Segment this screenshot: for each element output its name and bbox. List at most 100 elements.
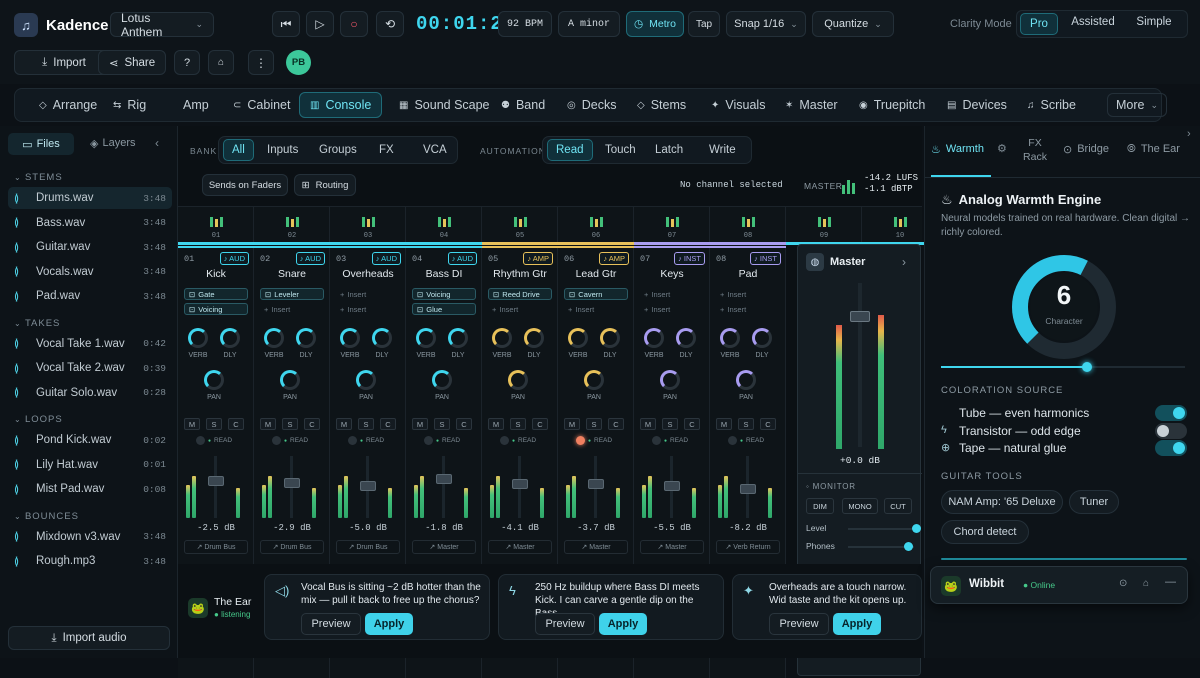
output-routing[interactable]: ↗ Master <box>412 540 476 554</box>
automation-touch[interactable]: Touch <box>597 139 644 161</box>
automation-read[interactable]: Read <box>547 139 593 161</box>
mute-button[interactable]: M <box>336 418 352 430</box>
record-arm-icon[interactable] <box>576 436 585 445</box>
solo-button[interactable]: S <box>358 418 374 430</box>
sends-on-faders-button[interactable]: Sends on Faders <box>202 174 288 196</box>
automation-read[interactable]: ● READ <box>272 436 308 445</box>
apply-button[interactable]: Apply <box>365 613 413 635</box>
master-fader-handle[interactable] <box>850 311 870 322</box>
clip-button[interactable]: C <box>456 418 472 430</box>
nav-devices[interactable]: ▤ Devices <box>947 89 1007 121</box>
automation-read[interactable]: ● READ <box>652 436 688 445</box>
nav-master[interactable]: ✶ Master <box>785 89 838 121</box>
record-arm-icon[interactable] <box>500 436 509 445</box>
clip-button[interactable]: C <box>684 418 700 430</box>
record-button[interactable]: ○ <box>340 11 368 37</box>
file-item[interactable]: ≬ Vocals.wav 3:48 <box>8 261 172 283</box>
automation-latch[interactable]: Latch <box>647 139 691 161</box>
file-item[interactable]: ≬ Pond Kick.wav 0:02 <box>8 429 172 451</box>
automation-read[interactable]: ● READ <box>424 436 460 445</box>
preview-button[interactable]: Preview <box>535 613 595 635</box>
chord-detect-chip[interactable]: Chord detect <box>941 520 1029 544</box>
insert-slot[interactable]: ⊡ Reed Drive <box>488 288 552 300</box>
verb-send-knob[interactable] <box>264 328 284 348</box>
nav-truepitch[interactable]: ◉ Truepitch <box>859 89 925 121</box>
file-item[interactable]: ≬ Guitar.wav 3:48 <box>8 236 172 258</box>
verb-send-knob[interactable] <box>340 328 360 348</box>
file-item[interactable]: ≬ Lily Hat.wav 0:01 <box>8 454 172 476</box>
verb-send-knob[interactable] <box>568 328 588 348</box>
character-slider-handle[interactable] <box>1082 362 1093 372</box>
bpm-display[interactable]: 92 BPM <box>498 11 552 37</box>
insert-slot[interactable]: + Insert <box>640 303 704 315</box>
dly-send-knob[interactable] <box>220 328 240 348</box>
insert-slot[interactable]: + Insert <box>260 303 324 315</box>
overview-channel[interactable]: 04 <box>406 207 482 245</box>
solo-button[interactable]: S <box>434 418 450 430</box>
insert-slot[interactable]: + Insert <box>716 303 780 315</box>
automation-read[interactable]: ● READ <box>196 436 232 445</box>
quantize-select[interactable]: Quantize ⌄ <box>812 11 894 37</box>
output-routing[interactable]: ↗ Drum Bus <box>336 540 400 554</box>
mode-simple[interactable]: Simple <box>1129 16 1179 28</box>
pan-knob[interactable] <box>736 370 756 390</box>
mute-button[interactable]: M <box>260 418 276 430</box>
lock-icon[interactable]: ⌂ <box>1143 578 1149 589</box>
nav-arrange[interactable]: ◇ Arrange <box>39 89 97 121</box>
record-arm-icon[interactable] <box>272 436 281 445</box>
mute-button[interactable]: M <box>564 418 580 430</box>
insert-slot[interactable]: ⊡ Voicing <box>412 288 476 300</box>
nav-sound-scape[interactable]: ▦ Sound Scape <box>399 89 490 121</box>
automation-write[interactable]: Write <box>701 139 744 161</box>
record-arm-icon[interactable] <box>652 436 661 445</box>
lock-button[interactable]: ⌂ <box>208 50 234 75</box>
pan-knob[interactable] <box>356 370 376 390</box>
fader-handle[interactable] <box>664 481 680 492</box>
output-routing[interactable]: ↗ Master <box>488 540 552 554</box>
tab-files[interactable]: ▭ Files <box>8 133 74 155</box>
collapse-sidebar-icon[interactable]: ‹ <box>155 136 159 150</box>
insert-slot[interactable]: ⊡ Cavern <box>564 288 628 300</box>
snap-select[interactable]: Snap 1/16 ⌄ <box>726 11 806 37</box>
dly-send-knob[interactable] <box>524 328 544 348</box>
file-item[interactable]: ≬ Mixdown v3.wav 3:48 <box>8 526 172 548</box>
verb-send-knob[interactable] <box>188 328 208 348</box>
share-button[interactable]: ⋖ Share <box>98 50 166 75</box>
automation-read[interactable]: ● READ <box>348 436 384 445</box>
character-slider[interactable] <box>941 362 1185 372</box>
rewind-button[interactable]: ⏮ <box>272 11 300 37</box>
overview-channel[interactable]: 03 <box>330 207 406 245</box>
clip-button[interactable]: C <box>760 418 776 430</box>
record-arm-icon[interactable] <box>196 436 205 445</box>
fader-handle[interactable] <box>436 474 452 485</box>
output-routing[interactable]: ↗ Master <box>564 540 628 554</box>
import-audio-button[interactable]: ⤓ Import audio <box>8 626 170 650</box>
overview-channel[interactable]: 01 <box>178 207 254 245</box>
file-item[interactable]: ≬ Pad.wav 3:48 <box>8 285 172 307</box>
overview-channel[interactable]: 09 <box>786 207 862 245</box>
automation-read[interactable]: ● READ <box>728 436 764 445</box>
mute-button[interactable]: M <box>716 418 732 430</box>
preview-button[interactable]: Preview <box>769 613 829 635</box>
tab-the-ear[interactable]: ⦾ The Ear <box>1127 143 1180 156</box>
chevron-right-icon[interactable]: › <box>902 255 906 269</box>
tuner-chip[interactable]: Tuner <box>1069 490 1119 514</box>
solo-button[interactable]: S <box>738 418 754 430</box>
tab-fx-rack[interactable]: FX Rack <box>1019 136 1051 164</box>
key-display[interactable]: A minor <box>558 11 620 37</box>
output-routing[interactable]: ↗ Drum Bus <box>260 540 324 554</box>
dly-send-knob[interactable] <box>372 328 392 348</box>
file-item[interactable]: ≬ Vocal Take 1.wav 0:42 <box>8 333 172 355</box>
fader-handle[interactable] <box>588 478 604 489</box>
dly-send-knob[interactable] <box>296 328 316 348</box>
chevron-right-icon[interactable]: › <box>1187 128 1191 140</box>
project-select[interactable]: Lotus Anthem ⌄ <box>110 11 214 39</box>
output-routing[interactable]: ↗ Master <box>640 540 704 554</box>
pin-icon[interactable]: ⊙ <box>1119 578 1127 589</box>
bank-tab-groups[interactable]: Groups <box>311 139 365 161</box>
overview-channel[interactable]: 07 <box>634 207 710 245</box>
verb-send-knob[interactable] <box>416 328 436 348</box>
file-item[interactable]: ≬ Guitar Solo.wav 0:28 <box>8 382 172 404</box>
verb-send-knob[interactable] <box>644 328 664 348</box>
record-arm-icon[interactable] <box>728 436 737 445</box>
